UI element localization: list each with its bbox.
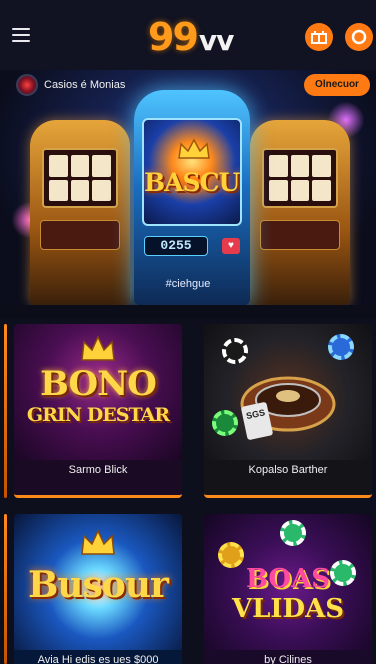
machine-panel bbox=[40, 220, 120, 250]
card-caption: Avia Hi edis es ues $000 bbox=[37, 654, 159, 664]
machine-panel bbox=[260, 220, 340, 250]
counter-digits: 0255 bbox=[144, 236, 208, 256]
row-accent-bar bbox=[4, 324, 7, 498]
hero-cta-button[interactable]: Olnecuor bbox=[304, 74, 370, 96]
crown-icon bbox=[81, 335, 115, 361]
hero-tagline: #ciehgue bbox=[165, 278, 211, 290]
card-caption: Kopalso Barther bbox=[248, 464, 328, 476]
site-badge[interactable]: Casios é Monias bbox=[16, 74, 125, 96]
profile-button[interactable] bbox=[345, 23, 373, 51]
game-card-roulette[interactable]: SGS Kopalso Barther bbox=[204, 324, 372, 498]
card-title: BOAS bbox=[245, 564, 331, 594]
game-card-bono[interactable]: BONO GRIN DESTAR Sarmo Blick bbox=[14, 324, 182, 498]
machine-screen: BASCUL bbox=[142, 118, 242, 226]
gift-icon bbox=[311, 31, 327, 44]
card-art: BOAS VLIDAS bbox=[204, 514, 372, 650]
app-header: 99 vv bbox=[0, 0, 376, 70]
card-subtitle: VLIDAS bbox=[231, 594, 345, 624]
slot-machine-center: BASCUL 0255 ♥ bbox=[134, 90, 250, 305]
ring-icon bbox=[351, 29, 367, 45]
reel-window bbox=[42, 148, 118, 208]
chip-icon bbox=[280, 520, 306, 546]
card-art: Busour bbox=[14, 514, 182, 650]
game-card-busour[interactable]: Busour Avia Hi edis es ues $000 bbox=[14, 514, 182, 664]
section-divider bbox=[0, 305, 376, 319]
brand-logo[interactable]: 99 vv bbox=[148, 15, 235, 59]
heart-icon: ♥ bbox=[222, 238, 240, 254]
logo-text: vv bbox=[198, 24, 235, 57]
card-caption: Sarmo Blick bbox=[68, 464, 128, 476]
machine-counter: 0255 ♥ bbox=[144, 236, 240, 256]
card-title: Busour bbox=[27, 564, 169, 606]
row-accent-bar bbox=[4, 514, 7, 664]
crown-icon bbox=[81, 529, 115, 555]
card-art: SGS bbox=[204, 324, 372, 460]
reel-window bbox=[262, 148, 338, 208]
card-title: BONO bbox=[40, 364, 157, 404]
hero-banner[interactable]: Casios é Monias Olnecuor BASCUL 0255 ♥ #… bbox=[0, 70, 376, 305]
chip-icon bbox=[212, 410, 238, 436]
machine-title: BASCUL bbox=[144, 168, 240, 197]
game-card-boas[interactable]: BOAS VLIDAS by Cilines bbox=[204, 514, 372, 664]
gift-button[interactable] bbox=[305, 23, 333, 51]
chip-icon bbox=[328, 334, 354, 360]
card-subtitle: GRIN DESTAR bbox=[26, 404, 170, 426]
card-art: BONO GRIN DESTAR bbox=[14, 324, 182, 460]
logo-number: 99 bbox=[148, 15, 199, 59]
hamburger-menu-icon[interactable] bbox=[12, 28, 30, 42]
site-label: Casios é Monias bbox=[44, 79, 126, 91]
crown-icon bbox=[178, 138, 210, 159]
card-caption: by Cilines bbox=[264, 654, 312, 664]
site-logo-icon bbox=[16, 74, 38, 96]
